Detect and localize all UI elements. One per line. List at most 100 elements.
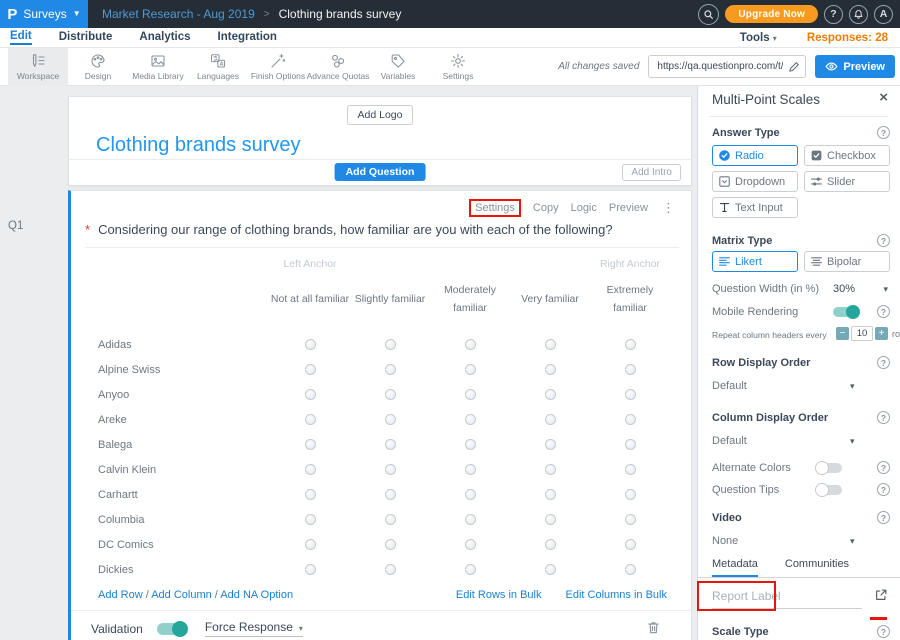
radio-button[interactable] [625, 389, 636, 400]
toolbar-item-settings[interactable]: Settings [428, 48, 488, 86]
column-display-order-select[interactable]: Default ▾ [712, 435, 890, 447]
radio-button[interactable] [545, 439, 556, 450]
radio-button[interactable] [625, 364, 636, 375]
radio-button[interactable] [545, 414, 556, 425]
column-header[interactable]: Slightly familiar [355, 291, 426, 309]
radio-button[interactable] [305, 464, 316, 475]
delete-question-trash-icon[interactable] [646, 620, 661, 640]
add-logo-button[interactable]: Add Logo [347, 105, 414, 125]
radio-button[interactable] [545, 539, 556, 550]
radio-button[interactable] [625, 514, 636, 525]
alternate-colors-toggle[interactable] [816, 463, 842, 473]
radio-button[interactable] [465, 514, 476, 525]
notifications-bell-icon[interactable] [849, 5, 868, 24]
radio-button[interactable] [305, 514, 316, 525]
avatar[interactable]: A [874, 5, 893, 24]
radio-button[interactable] [625, 489, 636, 500]
radio-button[interactable] [545, 389, 556, 400]
radio-button[interactable] [625, 414, 636, 425]
tab-metadata[interactable]: Metadata [712, 558, 758, 577]
question-tips-toggle[interactable] [816, 485, 842, 495]
column-header[interactable]: Moderately familiar [430, 282, 510, 318]
radio-button[interactable] [385, 539, 396, 550]
link-add-na-option[interactable]: Add NA Option [220, 589, 293, 601]
radio-button[interactable] [305, 389, 316, 400]
radio-button[interactable] [545, 364, 556, 375]
answer-type-dropdown[interactable]: Dropdown [712, 171, 798, 192]
nav-item-integration[interactable]: Integration [218, 31, 277, 44]
column-header[interactable]: Very familiar [521, 291, 579, 309]
toolbar-item-languages[interactable]: ALanguages [188, 48, 248, 86]
toolbar-item-advance-quotas[interactable]: Advance Quotas [308, 48, 368, 86]
row-label[interactable]: Columbia [71, 514, 270, 526]
radio-button[interactable] [305, 564, 316, 575]
radio-button[interactable] [385, 439, 396, 450]
toolbar-item-workspace[interactable]: Workspace [8, 48, 68, 86]
radio-button[interactable] [625, 464, 636, 475]
row-label[interactable]: Balega [71, 439, 270, 451]
radio-button[interactable] [385, 514, 396, 525]
left-anchor-label[interactable]: Left Anchor [283, 258, 336, 270]
tools-menu[interactable]: Tools ▾ [740, 32, 777, 44]
question-text[interactable]: Considering our range of clothing brands… [98, 222, 613, 237]
row-label[interactable]: Areke [71, 414, 270, 426]
link-add-row[interactable]: Add Row [98, 589, 143, 601]
help-icon[interactable]: ? [877, 483, 890, 496]
row-display-order-select[interactable]: Default ▾ [712, 380, 890, 392]
link-edit-columns-in-bulk[interactable]: Edit Columns in Bulk [566, 589, 668, 601]
stepper-value[interactable]: 10 [851, 326, 873, 341]
radio-button[interactable] [305, 439, 316, 450]
edit-url-pencil-icon[interactable] [788, 60, 800, 78]
row-label[interactable]: Adidas [71, 339, 270, 351]
radio-button[interactable] [545, 489, 556, 500]
radio-button[interactable] [385, 464, 396, 475]
radio-button[interactable] [545, 514, 556, 525]
validation-value-dropdown[interactable]: Force Response▾ [205, 620, 303, 637]
radio-button[interactable] [465, 464, 476, 475]
help-icon[interactable]: ? [877, 305, 890, 318]
preview-button[interactable]: Preview [815, 55, 895, 78]
matrix-type-bipolar[interactable]: Bipolar [804, 251, 890, 272]
radio-button[interactable] [305, 414, 316, 425]
radio-button[interactable] [625, 564, 636, 575]
radio-button[interactable] [625, 439, 636, 450]
help-icon[interactable]: ? [877, 126, 890, 139]
row-label[interactable]: Dickies [71, 564, 270, 576]
help-icon[interactable]: ? [877, 234, 890, 247]
nav-item-analytics[interactable]: Analytics [139, 31, 190, 44]
radio-button[interactable] [385, 414, 396, 425]
validation-toggle[interactable] [157, 623, 187, 635]
search-icon[interactable] [698, 4, 719, 25]
radio-button[interactable] [465, 439, 476, 450]
matrix-type-likert[interactable]: Likert [712, 251, 798, 272]
answer-type-checkbox[interactable]: Checkbox [804, 145, 890, 166]
toolbar-item-variables[interactable]: Variables [368, 48, 428, 86]
question-width-value[interactable]: 30% [833, 283, 855, 295]
radio-button[interactable] [465, 414, 476, 425]
row-label[interactable]: Anyoo [71, 389, 270, 401]
radio-button[interactable] [465, 339, 476, 350]
radio-button[interactable] [465, 364, 476, 375]
question-menu-logic[interactable]: Logic [571, 202, 597, 214]
radio-button[interactable] [385, 489, 396, 500]
radio-button[interactable] [545, 339, 556, 350]
external-link-icon[interactable] [874, 588, 888, 605]
responses-count[interactable]: Responses: 28 [807, 32, 888, 44]
help-button[interactable]: ? [824, 5, 843, 24]
radio-button[interactable] [545, 464, 556, 475]
question-menu-preview[interactable]: Preview [609, 202, 648, 214]
breadcrumb-project[interactable]: Market Research - Aug 2019 [102, 7, 255, 21]
row-label[interactable]: Calvin Klein [71, 464, 270, 476]
radio-button[interactable] [305, 539, 316, 550]
survey-url-input[interactable] [648, 55, 806, 78]
question-menu-copy[interactable]: Copy [533, 202, 559, 214]
chevron-down-icon[interactable]: ▾ [883, 284, 888, 295]
link-edit-rows-in-bulk[interactable]: Edit Rows in Bulk [456, 589, 542, 601]
toolbar-item-finish-options[interactable]: Finish Options [248, 48, 308, 86]
right-anchor-label[interactable]: Right Anchor [600, 258, 660, 270]
add-question-button[interactable]: Add Question [335, 163, 426, 181]
help-icon[interactable]: ? [877, 461, 890, 474]
mobile-rendering-toggle[interactable] [833, 307, 859, 317]
upgrade-now-button[interactable]: Upgrade Now [725, 5, 818, 23]
radio-button[interactable] [385, 339, 396, 350]
